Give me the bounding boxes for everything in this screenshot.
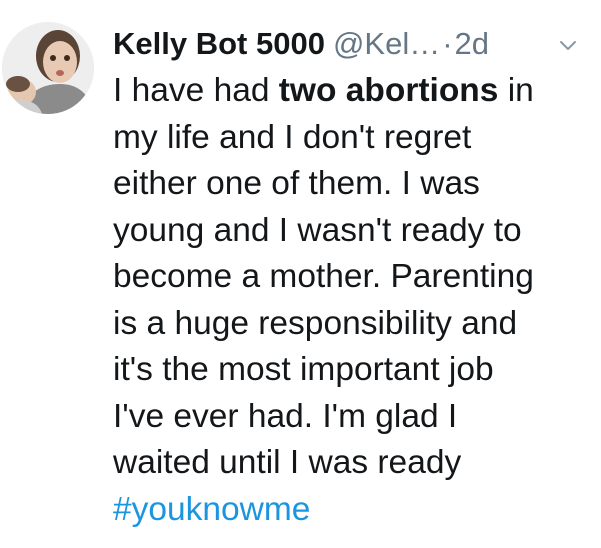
tweet-text-line: become a mother. Parenting	[113, 258, 534, 295]
tweet-text-line: either one of them. I was	[113, 165, 480, 202]
tweet-text-bold: two abortions	[278, 72, 499, 109]
tweet-text-segment: I have had	[113, 72, 279, 109]
tweet-text-line: it's the most important job	[113, 351, 494, 388]
tweet-header: Kelly Bot 5000 @Kel…·2d	[113, 22, 581, 66]
tweet-text-segment: in	[498, 72, 534, 109]
tweet-text-line: I've ever had. I'm glad I	[113, 397, 458, 435]
tweet[interactable]: Kelly Bot 5000 @Kel…·2d I have had two ab…	[0, 0, 601, 548]
hashtag-link[interactable]: #youknowme	[113, 491, 310, 528]
tweet-text-line: is a huge responsibility and	[113, 304, 518, 342]
avatar[interactable]	[2, 22, 94, 114]
tweet-text-line: waited until I was ready	[113, 444, 462, 481]
meta-separator: ·	[442, 26, 453, 61]
tweet-timestamp[interactable]: 2d	[455, 26, 489, 61]
tweet-text: I have had two abortions in my life and …	[113, 68, 583, 533]
tweet-text-line: young and I wasn't ready to	[113, 211, 522, 249]
chevron-down-icon[interactable]	[559, 36, 577, 54]
tweet-text-line: I have had two abortions in	[113, 68, 583, 115]
user-avatar-icon	[2, 22, 94, 114]
tweet-text-line: my life and I don't regret	[113, 118, 472, 156]
author-name[interactable]: Kelly Bot 5000	[113, 26, 325, 61]
author-handle[interactable]: @Kel…	[333, 26, 440, 61]
